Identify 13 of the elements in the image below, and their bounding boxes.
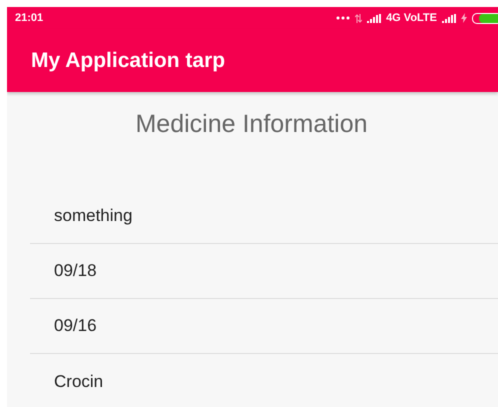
list-item[interactable]: 09/18 <box>30 244 498 299</box>
more-dots-icon <box>336 16 350 20</box>
app-title: My Application tarp <box>31 48 226 72</box>
battery-icon <box>472 12 498 24</box>
list-item[interactable]: something <box>30 189 498 244</box>
signal-icon <box>442 14 456 22</box>
page-heading: Medicine Information <box>134 110 369 139</box>
data-transfer-icon <box>355 14 362 22</box>
clock-time: 21:01 <box>15 12 44 24</box>
list-item[interactable]: Crocin <box>30 354 498 407</box>
network-label: 4G VoLTE <box>386 12 437 24</box>
list-item[interactable]: 09/16 <box>30 299 498 354</box>
signal-icon <box>367 14 382 22</box>
